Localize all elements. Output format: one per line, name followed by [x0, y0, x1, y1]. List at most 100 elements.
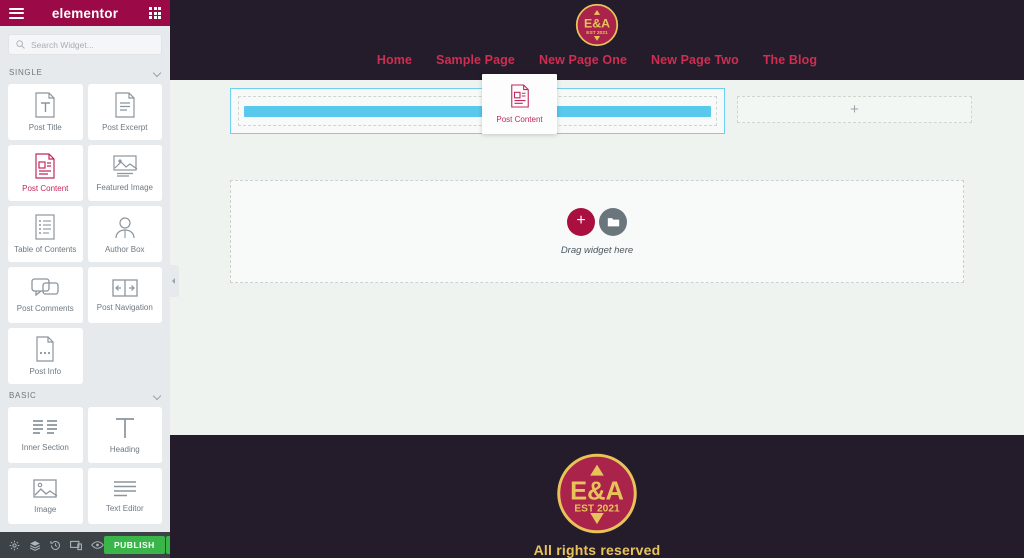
table-of-contents-icon — [35, 214, 55, 240]
widget-author-box[interactable]: Author Box — [87, 206, 162, 262]
panel-header: elementor — [0, 0, 170, 26]
image-icon — [33, 479, 58, 498]
drop-indicator-bar — [244, 105, 711, 117]
site-logo[interactable]: E&A EST 2021 — [575, 3, 619, 47]
drag-widget-hint: Drag widget here — [560, 244, 634, 256]
section-row: + — [170, 80, 1024, 134]
nav-link-new-page-two[interactable]: New Page Two — [651, 53, 739, 67]
widget-label: Table of Contents — [14, 245, 77, 254]
publish-button[interactable]: PUBLISH — [104, 536, 165, 554]
preview-eye-icon[interactable] — [91, 540, 104, 550]
heading-icon — [115, 418, 134, 438]
widget-label: Post Comments — [16, 304, 74, 313]
post-navigation-icon — [112, 279, 138, 297]
widget-post-excerpt[interactable]: Post Excerpt — [87, 84, 162, 140]
widget-label: Heading — [109, 445, 140, 454]
search-icon — [16, 40, 25, 49]
widget-label: Author Box — [104, 245, 145, 254]
category-label: BASIC — [9, 391, 37, 400]
elementor-logo: elementor — [51, 5, 119, 21]
widget-panel: elementor SINGLE — [0, 0, 181, 558]
widget-label: Post Info — [29, 367, 62, 376]
widget-inner-section[interactable]: Inner Section — [8, 407, 83, 463]
widget-featured-image[interactable]: Featured Image — [87, 145, 162, 201]
nav-link-the-blog[interactable]: The Blog — [763, 53, 817, 67]
grid-icon[interactable] — [149, 7, 161, 19]
post-title-icon — [35, 92, 55, 118]
post-content-icon — [35, 153, 55, 179]
widget-label: Post Content — [22, 184, 69, 193]
add-new-section-button[interactable]: + — [567, 207, 595, 236]
widget-label: Text Editor — [105, 504, 144, 513]
widget-post-comments[interactable]: Post Comments — [8, 267, 83, 323]
elementor-editor: elementor SINGLE — [0, 0, 1024, 558]
inner-section-icon — [33, 420, 58, 434]
widget-image[interactable]: Image — [8, 468, 83, 524]
widget-table-of-contents[interactable]: Table of Contents — [8, 206, 83, 262]
history-icon[interactable] — [50, 540, 61, 551]
section-action-buttons: + — [567, 207, 627, 236]
site-header: E&A EST 2021 Home Sample Page New Page O… — [170, 0, 1024, 80]
category-label: SINGLE — [9, 68, 43, 77]
post-content-icon — [510, 84, 529, 108]
widget-post-title[interactable]: Post Title — [8, 84, 83, 140]
folder-template-icon — [607, 217, 619, 226]
search-input[interactable] — [31, 39, 154, 50]
widget-text-editor[interactable]: Text Editor — [87, 468, 162, 524]
panel-footer: PUBLISH — [0, 532, 181, 558]
drag-ghost-label: Post Content — [496, 115, 543, 124]
widget-label: Post Title — [28, 123, 62, 132]
settings-gear-icon[interactable] — [9, 540, 20, 551]
panel-footer-icons — [6, 540, 104, 551]
featured-image-icon — [113, 155, 138, 177]
svg-text:E&A: E&A — [584, 17, 610, 31]
nav-link-sample-page[interactable]: Sample Page — [436, 53, 515, 67]
chevron-down-icon — [153, 392, 161, 400]
widget-heading[interactable]: Heading — [87, 407, 162, 463]
widget-label: Featured Image — [96, 183, 153, 192]
responsive-mode-icon[interactable] — [70, 540, 82, 551]
empty-section-dropzone[interactable]: + Drag widget here — [230, 180, 964, 283]
column-left-dropzone[interactable] — [238, 96, 717, 126]
column-right: + — [737, 88, 972, 123]
post-comments-icon — [31, 278, 59, 297]
widget-label: Image — [34, 505, 57, 514]
widget-grid-single: Post Title Post Excerpt Post Content Fea… — [0, 84, 170, 384]
widget-post-info[interactable]: Post Info — [8, 328, 83, 384]
nav-link-home[interactable]: Home — [377, 53, 412, 67]
widget-post-content[interactable]: Post Content — [8, 145, 83, 201]
site-nav: Home Sample Page New Page One New Page T… — [377, 53, 817, 67]
widget-label: Post Navigation — [96, 303, 153, 312]
search-box[interactable] — [8, 34, 162, 55]
plus-icon[interactable]: + — [850, 102, 859, 117]
author-box-icon — [115, 217, 135, 239]
add-template-button[interactable] — [599, 207, 627, 236]
footer-rights-text: All rights reserved — [533, 542, 661, 558]
chevron-down-icon — [153, 69, 161, 77]
canvas-body: + + Drag widget here — [170, 80, 1024, 435]
widget-post-navigation[interactable]: Post Navigation — [87, 267, 162, 323]
post-info-icon — [36, 336, 54, 362]
widget-grid-basic: Inner Section Heading Image Text Editor — [0, 407, 170, 524]
panel-collapse-handle[interactable] — [168, 265, 179, 297]
category-header-single[interactable]: SINGLE — [0, 61, 170, 84]
widget-list-scroll[interactable]: SINGLE Post Title Post Excerpt Post Cont… — [0, 61, 170, 532]
nav-link-new-page-one[interactable]: New Page One — [539, 53, 627, 67]
widget-label: Post Excerpt — [102, 123, 148, 132]
column-right-dropzone[interactable]: + — [737, 96, 972, 123]
drag-ghost-post-content: Post Content — [482, 74, 557, 134]
navigator-layers-icon[interactable] — [29, 540, 41, 551]
search-area — [0, 26, 170, 61]
widget-label: Inner Section — [21, 443, 69, 452]
svg-text:EST 2021: EST 2021 — [574, 503, 620, 514]
hamburger-icon[interactable] — [9, 7, 24, 19]
column-left-active[interactable] — [230, 88, 725, 134]
plus-icon: + — [576, 211, 586, 229]
text-editor-icon — [113, 481, 136, 497]
post-excerpt-icon — [115, 92, 135, 118]
category-header-basic[interactable]: BASIC — [0, 384, 170, 407]
svg-text:E&A: E&A — [570, 477, 624, 505]
site-footer-logo[interactable]: E&A EST 2021 — [553, 451, 641, 536]
svg-text:EST 2021: EST 2021 — [586, 30, 608, 36]
preview-canvas: E&A EST 2021 Home Sample Page New Page O… — [170, 0, 1024, 558]
